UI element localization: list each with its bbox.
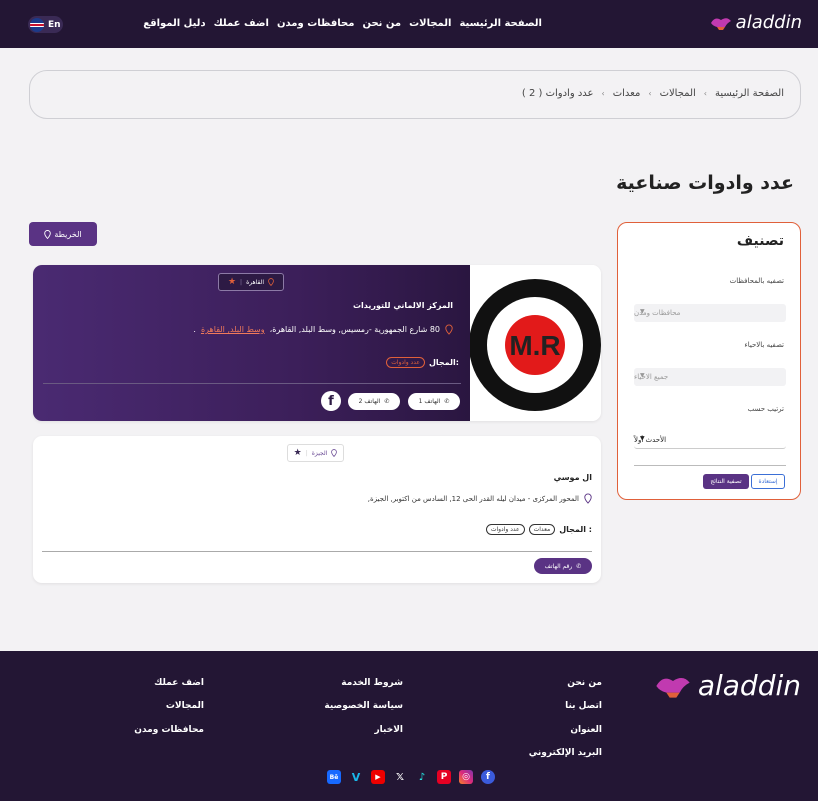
listing-address: المحور المركزى - ميدان ليله القدر الحى 1… <box>368 493 592 504</box>
social-links: Bē V ▶ 𝕏 ♪ P ◎ f <box>327 770 495 784</box>
nav-directory[interactable]: دليل المواقع <box>143 18 205 29</box>
footer-link-email[interactable]: البريد الإلكتروني <box>529 748 602 758</box>
area-filter-label: تصفيه بالاحياء <box>744 341 784 349</box>
filter-title: تصنيف <box>736 233 784 249</box>
nav-about[interactable]: من نحن <box>362 18 401 29</box>
instagram-icon[interactable]: ◎ <box>459 770 473 784</box>
gov-filter-label: تصفيه بالمحافظات <box>729 277 784 285</box>
nav-add-business[interactable]: اضف عملك <box>214 18 269 29</box>
footer-link-terms[interactable]: شروط الخدمة <box>341 678 403 688</box>
location-tag: ★ | القاهرة <box>218 273 284 291</box>
logo-text: M.R <box>509 330 560 361</box>
breadcrumb-current: عدد وادوات ( 2 ) <box>521 88 594 99</box>
map-pin-icon <box>268 278 274 286</box>
chevron-left-icon: ‹ <box>601 89 605 98</box>
footer-link-categories[interactable]: المجالات <box>166 701 204 711</box>
footer-link-cities[interactable]: محافظات ومدن <box>134 725 204 735</box>
nav-cities[interactable]: محافظات ومدن <box>277 18 354 29</box>
star-icon: ★ <box>293 448 302 458</box>
breadcrumb: الصفحة الرئيسية ‹ المجالات ‹ معدات ‹ عدد… <box>29 70 801 119</box>
map-pin-icon <box>584 493 592 504</box>
site-header: aladdin الصفحة الرئيسية المجالات من نحن … <box>0 0 818 48</box>
brand-logo[interactable]: aladdin <box>708 12 802 33</box>
divider <box>42 551 592 552</box>
footer-link-about[interactable]: من نحن <box>567 678 602 688</box>
facebook-icon[interactable]: f <box>481 770 495 784</box>
behance-icon[interactable]: Bē <box>327 770 341 784</box>
location-label: القاهرة <box>246 278 265 286</box>
nav-categories[interactable]: المجالات <box>409 18 451 29</box>
field-chip[interactable]: عدد وادوات <box>386 357 425 368</box>
chevron-left-icon: ‹ <box>648 89 652 98</box>
map-pin-icon <box>44 229 52 239</box>
vimeo-icon[interactable]: V <box>349 770 363 784</box>
reset-filter-button[interactable]: إستعادة <box>751 474 785 489</box>
language-label: En <box>48 19 61 30</box>
map-button[interactable]: الخريطة <box>29 222 97 246</box>
phone1-button[interactable]: الهاتف 1 ✆ <box>408 393 460 410</box>
listing-name[interactable]: المركز الالماني للتوريدات <box>353 301 453 310</box>
main-nav: الصفحة الرئيسية المجالات من نحن محافظات … <box>143 18 542 29</box>
page-title: عدد وادوات صناعية <box>616 172 794 194</box>
chevron-left-icon: ‹ <box>703 89 707 98</box>
map-pin-icon <box>331 449 338 457</box>
lamp-icon <box>656 677 690 698</box>
listing-field: المجال: عدد وادوات <box>386 357 459 368</box>
phone2-button[interactable]: الهاتف 2 ✆ <box>348 393 400 410</box>
listing-address: 80 شارع الجمهورية -رمسيس, وسط البلد, الق… <box>193 324 453 335</box>
tiktok-icon[interactable]: ♪ <box>415 770 429 784</box>
sort-select[interactable]: الأحدث أولاً ▼ <box>634 431 786 449</box>
listing-name[interactable]: ال موسي <box>554 473 592 482</box>
listing-card[interactable]: ★ | الجيزة ال موسي المحور المركزى - ميدا… <box>33 436 601 583</box>
footer-logo[interactable]: aladdin <box>650 669 801 702</box>
footer-link-address[interactable]: العنوان <box>570 725 602 735</box>
brand-name: aladdin <box>735 12 802 33</box>
sort-label: ترتيب حسب <box>747 405 784 413</box>
language-switch[interactable]: En <box>28 16 63 33</box>
field-chip[interactable]: معدات <box>528 524 556 535</box>
footer-brand-name: aladdin <box>697 669 801 702</box>
listing-logo: M.R <box>469 265 601 421</box>
listing-card[interactable]: M.R ★ | القاهرة المركز الالماني للتوريدا… <box>33 265 601 421</box>
nav-home[interactable]: الصفحة الرئيسية <box>459 18 542 29</box>
lamp-icon <box>710 17 731 30</box>
listing-field: المجال : معدات عدد وادوات <box>485 524 592 535</box>
uk-flag-icon <box>30 17 44 32</box>
caret-down-icon: ▼ <box>640 372 645 379</box>
phone-icon: ✆ <box>576 562 582 570</box>
breadcrumb-equipment[interactable]: معدات <box>613 88 641 99</box>
footer-link-news[interactable]: الاخبار <box>374 725 403 735</box>
field-chip[interactable]: عدد وادوات <box>485 524 525 535</box>
breadcrumb-categories[interactable]: المجالات <box>660 88 696 99</box>
location-tag: ★ | الجيزة <box>287 444 344 462</box>
footer-link-add-business[interactable]: اضف عملك <box>154 678 204 688</box>
phone-button[interactable]: رقم الهاتف ✆ <box>534 558 592 574</box>
filter-panel: تصنيف تصفيه بالمحافظات محافظات ومدن ▼ تص… <box>617 222 801 500</box>
x-icon[interactable]: 𝕏 <box>393 770 407 784</box>
caret-down-icon: ▼ <box>640 308 645 315</box>
site-footer: aladdin من نحن اتصل بنا العنوان البريد ا… <box>0 651 818 801</box>
youtube-icon[interactable]: ▶ <box>371 770 385 784</box>
pinterest-icon[interactable]: P <box>437 770 451 784</box>
area-select[interactable]: جميع الاحياء ▼ <box>634 368 786 386</box>
divider <box>43 383 461 384</box>
caret-down-icon: ▼ <box>640 435 645 442</box>
location-label: الجيزة <box>311 449 328 457</box>
map-pin-icon <box>445 324 453 335</box>
footer-link-privacy[interactable]: سياسة الخصوصية <box>324 701 403 711</box>
breadcrumb-home[interactable]: الصفحة الرئيسية <box>715 88 784 99</box>
phone-icon: ✆ <box>384 398 390 405</box>
address-link[interactable]: وسط البلد, القاهرة <box>201 325 265 334</box>
facebook-icon[interactable]: f <box>321 391 341 411</box>
map-button-label: الخريطة <box>54 229 82 239</box>
star-icon: ★ <box>227 277 237 287</box>
gov-select[interactable]: محافظات ومدن ▼ <box>634 304 786 322</box>
divider <box>634 465 786 466</box>
apply-filter-button[interactable]: تصفية النتائج <box>703 474 749 489</box>
footer-link-contact[interactable]: اتصل بنا <box>565 701 602 711</box>
phone-icon: ✆ <box>444 398 450 405</box>
